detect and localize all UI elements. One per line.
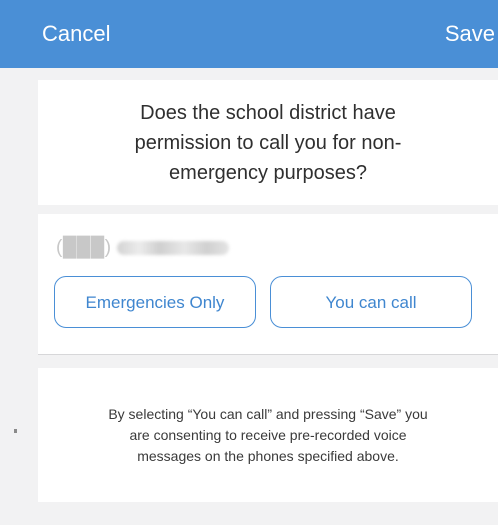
phone-area-code-redacted: (███) (56, 237, 112, 258)
save-button[interactable]: Save (445, 20, 495, 48)
top-navigation-bar: Cancel Save (0, 0, 498, 68)
consent-disclaimer-card: By selecting “You can call” and pressing… (38, 368, 498, 502)
permission-question-card: Does the school district have permission… (38, 80, 498, 205)
edge-marker (14, 429, 17, 433)
permission-question: Does the school district have permission… (134, 101, 402, 184)
emergencies-only-button[interactable]: Emergencies Only (54, 276, 256, 328)
consent-disclaimer-text: By selecting “You can call” and pressing… (108, 405, 428, 464)
phone-number-redacted (117, 240, 230, 255)
cancel-button[interactable]: Cancel (42, 20, 110, 48)
phone-number: (███) (56, 236, 230, 260)
you-can-call-button[interactable]: You can call (270, 276, 472, 328)
phone-permission-card: (███) Emergencies Only You can call (38, 214, 498, 355)
